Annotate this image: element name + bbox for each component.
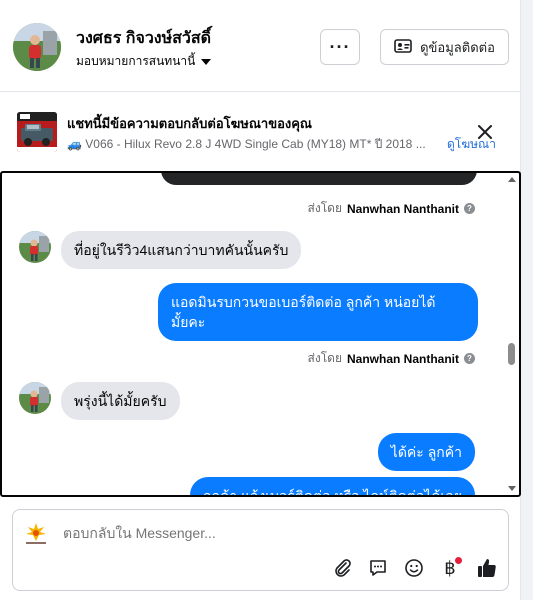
outgoing-message[interactable]: แอดมินรบกวนขอเบอร์ติดต่อ ลูกค้า หน่อยได้… — [158, 283, 478, 341]
emoji-icon — [405, 559, 423, 577]
ad-banner-title: แชทนี้มีข้อความตอบกลับต่อโฆษณาของคุณ — [67, 116, 312, 131]
message-thread[interactable]: ส่งโดย Nanwhan Nanthanit ? ที่อยู่ในรีวิ… — [0, 171, 521, 497]
close-icon — [478, 125, 492, 139]
assign-conversation-dropdown[interactable]: มอบหมายการสนทนานี้ — [76, 52, 212, 71]
sent-by-prefix: ส่งโดย — [307, 201, 342, 215]
baht-payment-icon: ฿ — [444, 557, 456, 578]
outgoing-message[interactable]: ลูกค้า แจ้งเบอร์ติดต่อ หรือ ไลน์ติดต่อได… — [189, 477, 475, 495]
incoming-message[interactable]: พรุ่งนี้ได้มั้ยครับ — [61, 382, 180, 420]
message-line: แอดมินรบกวนขอเบอร์ติดต่อ ลูกค้า หน่อยได้ — [171, 294, 436, 310]
scrollbar-thumb[interactable] — [508, 343, 515, 365]
page-logo — [23, 520, 49, 546]
reply-composer: ฿ — [12, 509, 509, 591]
close-banner-button[interactable] — [474, 121, 496, 143]
previous-message-bubble — [161, 173, 477, 185]
view-contact-info-label: ดูข้อมูลติดต่อ — [420, 39, 495, 55]
conversation-panel: วงศธร กิจวงษ์สวัสดิ์ มอบหมายการสนทนานี้ … — [0, 0, 521, 600]
ad-banner-subtitle: 🚙 V066 - Hilux Revo 2.8 J 4WD Single Cab… — [67, 137, 426, 151]
conversation-header: วงศธร กิจวงษ์สวัสดิ์ มอบหมายการสนทนานี้ … — [0, 0, 521, 92]
notification-dot — [455, 557, 462, 564]
contact-avatar[interactable] — [13, 23, 61, 71]
contact-avatar-small[interactable] — [19, 382, 51, 414]
info-icon[interactable]: ? — [464, 353, 475, 364]
more-options-button[interactable]: ··· — [320, 29, 360, 65]
contact-name: วงศธร กิจวงษ์สวัสดิ์ — [76, 30, 212, 47]
like-icon — [478, 559, 496, 577]
ad-reply-banner: แชทนี้มีข้อความตอบกลับต่อโฆษณาของคุณ 🚙 V… — [0, 93, 521, 169]
contact-card-icon — [394, 38, 412, 56]
sent-by-name: Nanwhan Nanthanit — [346, 201, 459, 216]
ad-thumbnail[interactable] — [17, 112, 57, 152]
message-input[interactable] — [63, 525, 483, 541]
caret-down-icon — [201, 58, 212, 65]
scroll-up-arrow-icon[interactable] — [508, 177, 516, 182]
payment-button[interactable]: ฿ — [438, 556, 462, 580]
attach-button[interactable] — [331, 556, 355, 580]
message-line: มั้ยคะ — [171, 314, 206, 330]
sent-by-name: Nanwhan Nanthanit — [346, 351, 459, 366]
more-dots-icon: ··· — [329, 36, 351, 57]
attachment-icon — [335, 559, 351, 577]
incoming-message[interactable]: ที่อยู่ในรีวิว4แสนกว่าบาทคันนั้นครับ — [61, 231, 302, 269]
outgoing-message[interactable]: ได้ค่ะ ลูกค้า — [377, 433, 475, 471]
saved-replies-button[interactable] — [366, 556, 390, 580]
page-scrollbar[interactable] — [521, 0, 533, 600]
thread-scrollbar[interactable] — [506, 175, 517, 493]
assign-label: มอบหมายการสนทนานี้ — [76, 54, 196, 68]
sent-by-label: ส่งโดย Nanwhan Nanthanit ? — [308, 349, 475, 368]
sent-by-prefix: ส่งโดย — [307, 351, 342, 365]
like-button[interactable] — [475, 556, 499, 580]
sent-by-label: ส่งโดย Nanwhan Nanthanit ? — [308, 199, 475, 218]
view-contact-info-button[interactable]: ดูข้อมูลติดต่อ — [380, 29, 509, 65]
saved-reply-icon — [370, 560, 386, 576]
emoji-button[interactable] — [402, 556, 426, 580]
info-icon[interactable]: ? — [464, 203, 475, 214]
scroll-down-arrow-icon[interactable] — [508, 486, 516, 491]
contact-avatar-small[interactable] — [19, 231, 51, 263]
